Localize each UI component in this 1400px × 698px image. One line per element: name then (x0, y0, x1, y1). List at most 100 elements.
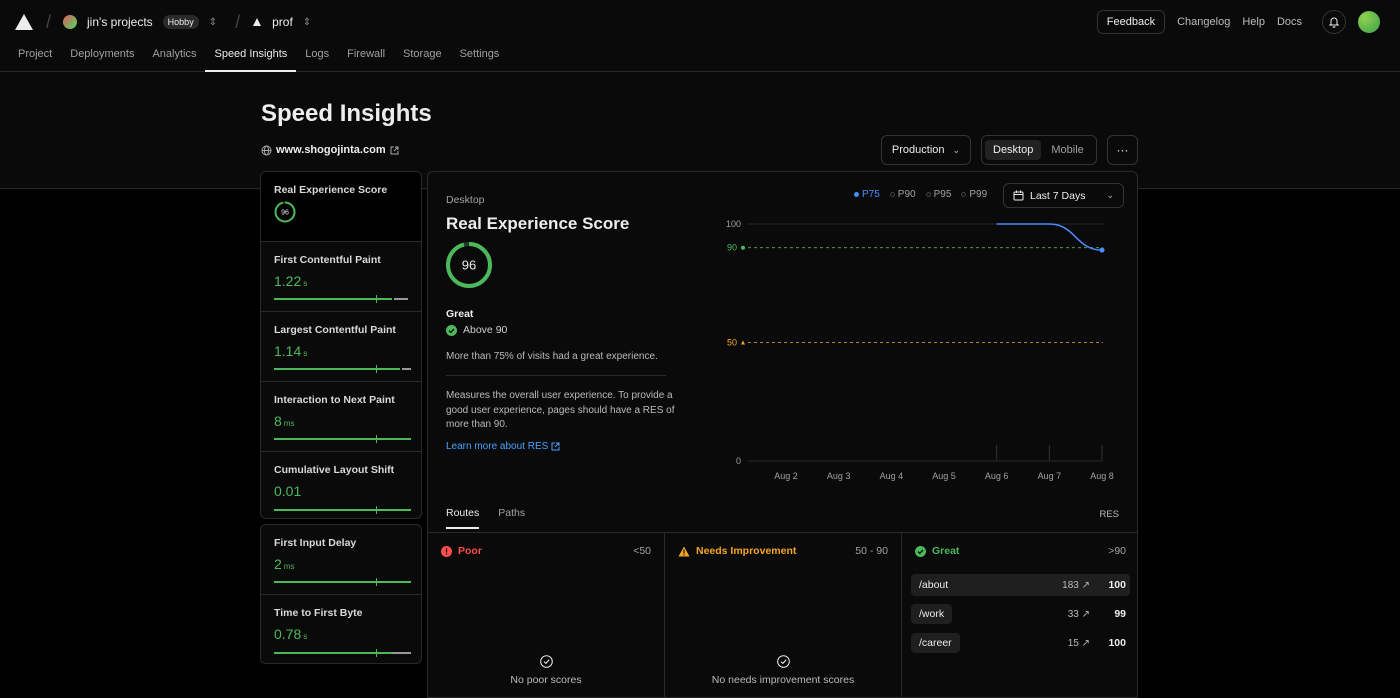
chevron-down-icon: ⌄ (1106, 190, 1114, 200)
learn-more-text[interactable]: Learn more about RES (446, 441, 548, 452)
notifications-bell-icon[interactable] (1322, 10, 1346, 34)
score-value: 96 (462, 258, 476, 273)
site-url[interactable]: www.shogojinta.com (276, 144, 386, 156)
bucket-range: <50 (633, 545, 651, 557)
metric-fcp[interactable]: First Contentful Paint 1.22 s (261, 242, 421, 312)
last-point (1099, 247, 1105, 253)
series-line (996, 223, 1103, 251)
project-name[interactable]: prof (272, 15, 293, 29)
route-count: 33 ↗ (1067, 608, 1090, 620)
threshold-marker (741, 340, 745, 345)
time-range-select[interactable]: Last 7 Days ⌄ (1003, 183, 1124, 208)
percentile-option-p75[interactable]: P75 (854, 189, 880, 200)
tab-settings[interactable]: Settings (451, 44, 509, 72)
route-count: 15 ↗ (1067, 637, 1090, 649)
site-link[interactable]: www.shogojinta.com (261, 144, 399, 156)
metric-distribution-bar (274, 295, 408, 303)
tab-storage[interactable]: Storage (394, 44, 451, 72)
threshold-marker (741, 245, 745, 250)
team-name[interactable]: jin's projects (87, 15, 153, 29)
route-row[interactable]: /work 33 ↗ 99 (911, 603, 1130, 625)
route-count: 183 ↗ (1062, 579, 1090, 591)
route-name[interactable]: /career (911, 633, 960, 653)
route-name[interactable]: /work (911, 604, 953, 624)
metric-distribution-bar (274, 365, 411, 373)
globe-icon (261, 145, 272, 155)
tab-project[interactable]: Project (18, 44, 61, 72)
percentile-option-p95[interactable]: P95 (925, 189, 951, 200)
device-toggle: Desktop Mobile (981, 135, 1097, 165)
tab-routes[interactable]: Routes (446, 507, 480, 529)
project-tabs: Project Deployments Analytics Speed Insi… (18, 44, 508, 72)
tab-deployments[interactable]: Deployments (61, 44, 143, 72)
x-tick-label: Aug 3 (827, 471, 851, 481)
metric-inp[interactable]: Interaction to Next Paint 8 ms (261, 382, 421, 452)
cursor-icon: ↗ (1081, 579, 1090, 591)
environment-select[interactable]: Production ⌄ (881, 135, 971, 165)
team-switcher-icon[interactable]: ⇕ (209, 17, 217, 28)
metric-distribution-bar (274, 435, 411, 443)
metric-lcp[interactable]: Largest Contentful Paint 1.14 s (261, 312, 421, 382)
detail-title: Real Experience Score (446, 214, 630, 233)
metric-fid[interactable]: First Input Delay 2 ms (261, 525, 421, 595)
y-tick-label: 0 (736, 456, 741, 466)
help-link[interactable]: Help (1242, 16, 1265, 28)
tab-paths[interactable]: Paths (498, 507, 525, 529)
metric-unit: s (303, 632, 308, 641)
percentile-option-p90[interactable]: P90 (889, 189, 916, 200)
metric-cls[interactable]: Cumulative Layout Shift 0.01 (261, 452, 421, 518)
res-line-chart: 100 90 50 0 Aug 2 Aug 3 Aug 4 Aug 5 Aug 6 Aug 7 Au… (726, 219, 1114, 481)
tab-analytics[interactable]: Analytics (143, 44, 205, 72)
res-mini-ring: 96 (274, 201, 296, 223)
res-column-label: RES (1099, 509, 1119, 520)
page-title: Speed Insights (261, 100, 432, 127)
percentile-option-p99[interactable]: P99 (961, 189, 987, 200)
tab-logs[interactable]: Logs (296, 44, 338, 72)
desktop-option[interactable]: Desktop (985, 140, 1042, 160)
vercel-logo-icon[interactable] (14, 13, 34, 31)
res-mini-value: 96 (281, 210, 289, 217)
external-link-icon (390, 146, 399, 154)
y-tick-label: 100 (726, 219, 741, 229)
route-score: 100 (1108, 637, 1126, 649)
error-icon (441, 545, 452, 557)
external-link-icon (551, 442, 560, 451)
metric-name: Largest Contentful Paint (274, 324, 396, 336)
changelog-link[interactable]: Changelog (1177, 16, 1230, 28)
tab-firewall[interactable]: Firewall (338, 44, 394, 72)
metric-unit: s (303, 279, 308, 288)
routes-tabs: Routes Paths (446, 507, 525, 529)
metric-detail-panel: Desktop Real Experience Score 96 Great A… (427, 171, 1138, 698)
team-avatar (63, 15, 78, 29)
metric-ttfb[interactable]: Time to First Byte 0.78 s (261, 595, 421, 663)
divider (446, 375, 666, 376)
docs-link[interactable]: Docs (1277, 16, 1302, 28)
feedback-button[interactable]: Feedback (1096, 10, 1166, 34)
project-icon (253, 18, 262, 26)
more-options-button[interactable]: ··· (1107, 135, 1138, 165)
tab-speed-insights[interactable]: Speed Insights (205, 44, 297, 72)
empty-message: No needs improvement scores (711, 674, 855, 686)
route-row[interactable]: /career 15 ↗ 100 (911, 632, 1130, 654)
route-row[interactable]: /about 183 ↗ 100 (911, 574, 1130, 596)
x-tick-label: Aug 7 (1038, 471, 1062, 481)
calendar-icon (1013, 190, 1024, 201)
project-switcher-icon[interactable]: ⇕ (303, 17, 311, 28)
user-avatar[interactable] (1358, 11, 1380, 33)
learn-more-link[interactable]: Learn more about RES (446, 441, 560, 452)
time-range-value: Last 7 Days (1030, 189, 1086, 202)
percentile-selector: P75 P90 P95 P99 (854, 189, 987, 200)
bucket-range: >90 (1108, 545, 1126, 557)
check-circle-icon (915, 545, 926, 557)
metric-name: Time to First Byte (274, 607, 363, 619)
metric-unit: ms (283, 419, 295, 428)
route-score: 100 (1108, 579, 1126, 591)
core-metrics-list: Real Experience Score 96 First Contentfu… (260, 171, 422, 519)
bucket-needs-improvement: Needs Improvement 50 - 90 No needs impro… (665, 533, 902, 697)
metric-res[interactable]: Real Experience Score 96 (261, 172, 421, 242)
metric-distribution-bar (274, 649, 411, 657)
mobile-option[interactable]: Mobile (1043, 140, 1091, 160)
metric-value: 0.78 (274, 626, 302, 642)
route-name[interactable]: /about (911, 575, 957, 595)
metric-value: 0.01 (274, 483, 302, 499)
